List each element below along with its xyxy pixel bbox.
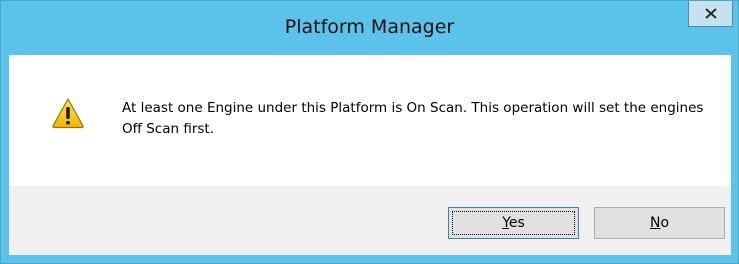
no-button[interactable]: No <box>594 207 725 239</box>
no-button-label: No <box>650 215 669 231</box>
yes-mnemonic: Y <box>502 215 509 231</box>
dialog-message: At least one Engine under this Platform … <box>122 100 704 137</box>
message-area: At least one Engine under this Platform … <box>9 55 731 186</box>
warning-icon <box>52 98 84 129</box>
yes-button-label: Yes <box>502 215 525 231</box>
close-button[interactable] <box>688 1 733 27</box>
button-bar: Yes No <box>9 186 731 255</box>
yes-button[interactable]: Yes <box>448 207 579 239</box>
no-label-rest: o <box>660 215 670 231</box>
close-icon <box>704 8 717 19</box>
dialog-title: Platform Manager <box>284 16 455 38</box>
no-mnemonic: N <box>649 215 661 231</box>
dialog-window: Platform Manager At least one Engine und… <box>0 0 739 264</box>
yes-label-rest: es <box>508 215 525 231</box>
title-bar[interactable]: Platform Manager <box>1 1 738 55</box>
